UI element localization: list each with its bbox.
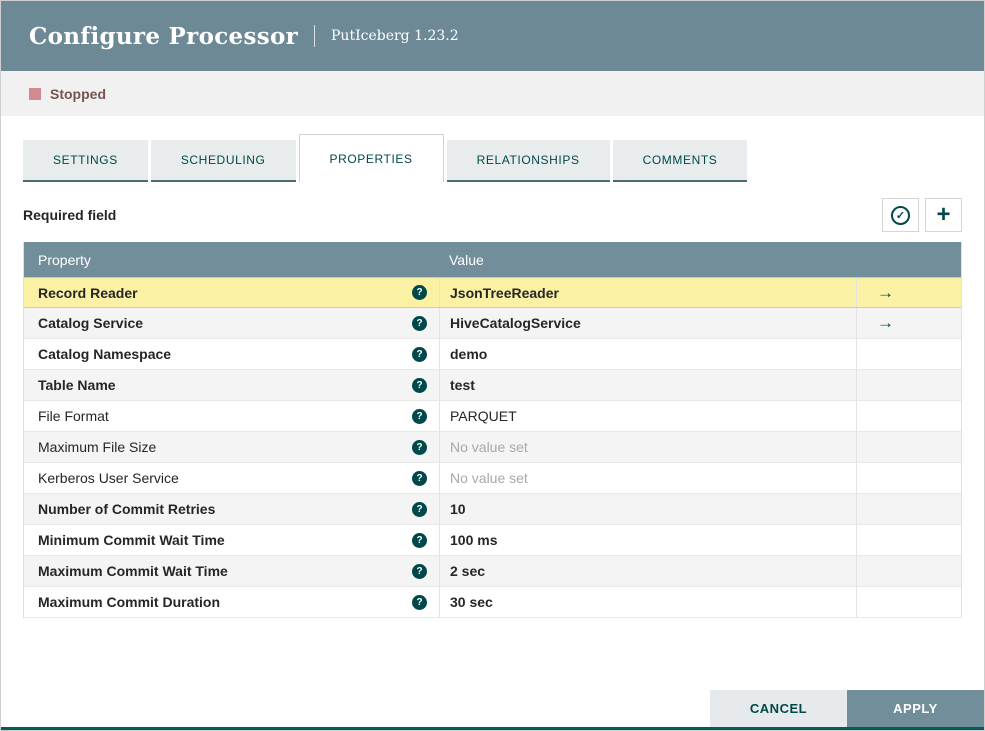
verify-check-icon: ✓ (891, 205, 910, 225)
tab-settings[interactable]: SETTINGS (23, 140, 148, 182)
property-row[interactable]: Catalog Namespace? demo (24, 339, 961, 370)
property-row[interactable]: Catalog Service? HiveCatalogService → (24, 308, 961, 339)
help-icon[interactable]: ? (412, 501, 427, 517)
tab-comments[interactable]: COMMENTS (612, 140, 748, 182)
property-name: Catalog Service (38, 315, 144, 331)
properties-table-body: Record Reader? JsonTreeReader → Catalog Ser… (24, 277, 961, 618)
help-icon[interactable]: ? (412, 439, 427, 455)
dialog-title: Configure Processor (29, 22, 299, 50)
goto-service-icon[interactable]: → (856, 278, 961, 307)
dialog-header: Configure Processor PutIceberg 1.23.2 (1, 1, 984, 71)
property-row[interactable]: Maximum File Size? No value set (24, 432, 961, 463)
footer-buttons: CANCEL APPLY (710, 690, 984, 727)
property-row[interactable]: Record Reader? JsonTreeReader → (24, 277, 961, 308)
help-icon[interactable]: ? (412, 594, 427, 610)
goto-cell (856, 463, 961, 493)
property-name: Number of Commit Retries (38, 501, 216, 517)
add-property-button[interactable]: + (925, 198, 962, 232)
table-header-row: Property Value (24, 242, 961, 277)
tab-scheduling[interactable]: SCHEDULING (150, 140, 296, 182)
property-value[interactable]: 100 ms (439, 525, 856, 555)
apply-button[interactable]: APPLY (847, 690, 984, 727)
property-name: Kerberos User Service (38, 470, 179, 486)
tab-relationships[interactable]: RELATIONSHIPS (446, 140, 610, 182)
property-row[interactable]: Kerberos User Service? No value set (24, 463, 961, 494)
property-name: Maximum File Size (38, 439, 157, 455)
goto-cell (856, 432, 961, 462)
property-row[interactable]: Minimum Commit Wait Time? 100 ms (24, 525, 961, 556)
property-name: Table Name (38, 377, 116, 393)
property-value[interactable]: 10 (439, 494, 856, 524)
help-icon[interactable]: ? (412, 563, 427, 579)
help-icon[interactable]: ? (412, 377, 427, 393)
plus-icon: + (936, 201, 951, 228)
processor-name-version: PutIceberg 1.23.2 (314, 25, 459, 47)
tab-properties[interactable]: PROPERTIES (298, 134, 444, 182)
dialog-bottom-border (1, 727, 984, 730)
property-value[interactable]: No value set (439, 432, 856, 462)
status-label: Stopped (50, 85, 106, 102)
property-name: Maximum Commit Duration (38, 594, 221, 610)
help-icon[interactable]: ? (412, 315, 427, 331)
help-icon[interactable]: ? (412, 346, 427, 362)
configure-processor-dialog: Configure Processor PutIceberg 1.23.2 St… (0, 0, 985, 731)
goto-cell (856, 494, 961, 524)
stopped-status-icon (29, 87, 41, 100)
toolbar-buttons: ✓ + (882, 198, 962, 232)
property-row[interactable]: Maximum Commit Wait Time? 2 sec (24, 556, 961, 587)
required-field-label: Required field (23, 207, 117, 223)
goto-cell (856, 556, 961, 586)
goto-cell (856, 401, 961, 431)
tab-bar: SETTINGS SCHEDULING PROPERTIES RELATIONS… (23, 134, 962, 182)
property-row[interactable]: Number of Commit Retries? 10 (24, 494, 961, 525)
verify-properties-button[interactable]: ✓ (882, 198, 919, 232)
property-value[interactable]: HiveCatalogService (439, 308, 856, 338)
properties-toolbar: Required field ✓ + (23, 198, 962, 232)
property-value[interactable]: PARQUET (439, 401, 856, 431)
property-name: Maximum Commit Wait Time (38, 563, 228, 579)
cancel-button[interactable]: CANCEL (710, 690, 847, 727)
goto-cell (856, 370, 961, 400)
help-icon[interactable]: ? (412, 532, 427, 548)
dialog-content: SETTINGS SCHEDULING PROPERTIES RELATIONS… (1, 134, 984, 618)
property-value[interactable]: 30 sec (439, 587, 856, 617)
property-name: Record Reader (38, 284, 138, 301)
help-icon[interactable]: ? (412, 470, 427, 486)
property-name: File Format (38, 408, 109, 424)
goto-cell (856, 525, 961, 555)
goto-service-icon[interactable]: → (856, 308, 961, 338)
help-icon[interactable]: ? (412, 408, 427, 424)
property-name: Minimum Commit Wait Time (38, 532, 225, 548)
goto-cell (856, 339, 961, 369)
property-row[interactable]: Maximum Commit Duration? 30 sec (24, 587, 961, 618)
column-header-property: Property (38, 251, 91, 268)
status-bar: Stopped (1, 71, 984, 116)
help-icon[interactable]: ? (412, 285, 427, 300)
property-value[interactable]: JsonTreeReader (439, 278, 856, 307)
property-value[interactable]: No value set (439, 463, 856, 493)
property-value[interactable]: 2 sec (439, 556, 856, 586)
property-value[interactable]: test (439, 370, 856, 400)
property-row[interactable]: Table Name? test (24, 370, 961, 401)
goto-cell (856, 587, 961, 617)
property-name: Catalog Namespace (38, 346, 172, 362)
property-value[interactable]: demo (439, 339, 856, 369)
column-header-value: Value (449, 251, 484, 268)
property-row[interactable]: File Format? PARQUET (24, 401, 961, 432)
properties-table: Property Value Record Reader? JsonTreeRea… (23, 242, 962, 618)
